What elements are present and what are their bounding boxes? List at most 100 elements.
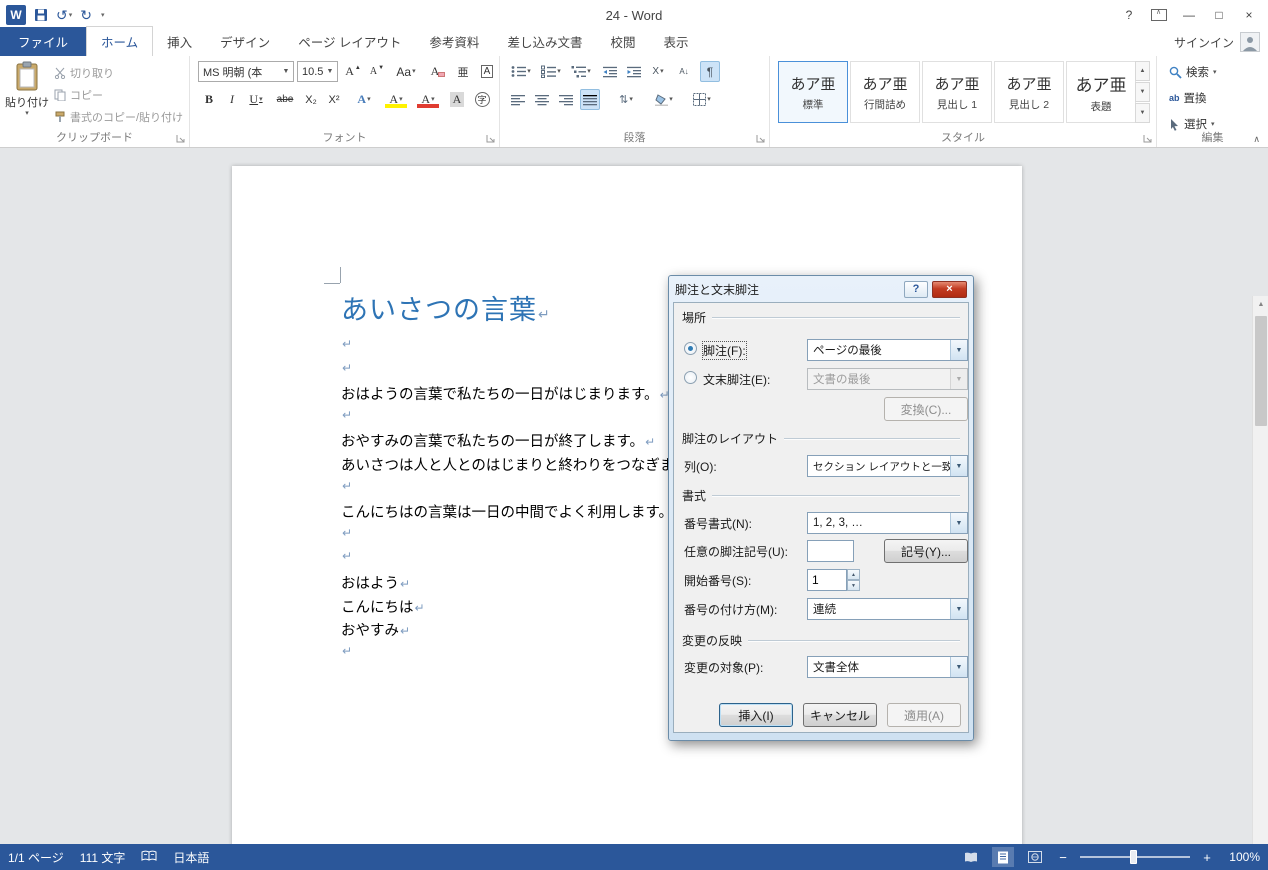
show-formatting-marks-button[interactable]: ¶ (700, 61, 720, 82)
character-shading-button[interactable]: A (446, 89, 468, 110)
zoom-out-button[interactable]: − (1056, 850, 1070, 865)
numbering-button[interactable]: ▾ (538, 61, 564, 82)
undo-button[interactable]: ↺▾ (56, 8, 72, 22)
subscript-button[interactable]: X₂ (300, 89, 322, 110)
superscript-button[interactable]: X² (323, 89, 345, 110)
symbol-button[interactable]: 記号(Y)... (884, 539, 968, 563)
collapse-ribbon-button[interactable]: ∧ (1253, 134, 1260, 145)
dialog-help-button[interactable]: ? (904, 281, 928, 298)
footnote-location-combo[interactable]: ページの最後▼ (807, 339, 968, 361)
font-name-combo[interactable]: MS 明朝 (本▼ (198, 61, 294, 82)
page-indicator[interactable]: 1/1 ページ (8, 849, 64, 866)
bold-button[interactable]: B (198, 89, 220, 110)
asian-layout-button[interactable]: X▾ (648, 61, 668, 82)
redo-button[interactable]: ↻ (80, 8, 92, 22)
align-left-button[interactable] (508, 89, 528, 110)
ribbon-display-options-button[interactable] (1146, 4, 1172, 26)
style-heading2[interactable]: あア亜 見出し 2 (994, 61, 1064, 123)
read-mode-button[interactable] (960, 847, 982, 867)
word-count[interactable]: 111 文字 (80, 849, 126, 866)
insert-button[interactable]: 挿入(I) (719, 703, 793, 727)
start-number-input[interactable] (807, 569, 847, 591)
tab-references[interactable]: 参考資料 (415, 27, 493, 56)
justify-button[interactable] (580, 89, 600, 110)
styles-scroll-up-button[interactable]: ▲ (1135, 61, 1150, 81)
footnote-radio-label[interactable]: 脚注(F): (703, 342, 746, 359)
print-layout-button[interactable] (992, 847, 1014, 867)
cut-button[interactable]: 切り取り (54, 62, 183, 84)
shrink-font-button[interactable]: A▼ (366, 61, 388, 82)
align-center-button[interactable] (532, 89, 552, 110)
borders-button[interactable]: ▾ (688, 89, 716, 110)
endnote-radio[interactable] (684, 371, 697, 384)
bullets-button[interactable]: ▾ (508, 61, 534, 82)
font-dialog-launcher[interactable] (486, 134, 496, 144)
sort-button[interactable]: A↓ (674, 61, 694, 82)
styles-dialog-launcher[interactable] (1143, 134, 1153, 144)
scrollbar-thumb[interactable] (1255, 316, 1267, 426)
replace-button[interactable]: ab 置換 (1169, 88, 1207, 108)
phonetic-guide-button[interactable]: 亜 (452, 61, 474, 82)
help-button[interactable]: ? (1116, 4, 1142, 26)
number-format-combo[interactable]: 1, 2, 3, …▼ (807, 512, 968, 534)
grow-font-button[interactable]: A▲ (342, 61, 364, 82)
zoom-in-button[interactable]: + (1200, 850, 1214, 865)
spinner-down-icon[interactable]: ▼ (847, 580, 860, 591)
dropdown-icon[interactable]: ▼ (950, 599, 967, 619)
tab-design[interactable]: デザイン (206, 27, 284, 56)
align-right-button[interactable] (556, 89, 576, 110)
paste-button[interactable]: 貼り付け ▾ (4, 60, 50, 134)
columns-combo[interactable]: セクション レイアウトと一致▼ (807, 455, 968, 477)
strikethrough-button[interactable]: abe (274, 89, 296, 110)
increase-indent-button[interactable] (624, 61, 644, 82)
tab-view[interactable]: 表示 (649, 27, 702, 56)
web-layout-button[interactable] (1024, 847, 1046, 867)
find-button[interactable]: 検索 ▾ (1169, 62, 1217, 82)
copy-button[interactable]: コピー (54, 84, 183, 106)
tab-review[interactable]: 校閲 (596, 27, 649, 56)
style-heading1[interactable]: あア亜 見出し 1 (922, 61, 992, 123)
footnote-radio[interactable] (684, 342, 697, 355)
spinner-up-icon[interactable]: ▲ (847, 569, 860, 580)
shading-button[interactable]: ▾ (650, 89, 678, 110)
style-normal[interactable]: あア亜 標準 (778, 61, 848, 123)
maximize-button[interactable]: □ (1206, 4, 1232, 26)
cancel-button[interactable]: キャンセル (803, 703, 877, 727)
dialog-close-button[interactable]: × (932, 281, 967, 298)
dialog-title-bar[interactable]: 脚注と文末脚注 ? × (673, 276, 969, 302)
highlight-button[interactable]: A▾ (382, 89, 410, 110)
tab-page-layout[interactable]: ページ レイアウト (284, 27, 415, 56)
style-title[interactable]: あア亜 表題 (1066, 61, 1136, 123)
close-button[interactable]: × (1236, 4, 1262, 26)
language-indicator[interactable]: 日本語 (173, 849, 209, 866)
tab-file[interactable]: ファイル (0, 27, 86, 56)
dropdown-icon[interactable]: ▼ (950, 340, 967, 360)
dropdown-icon[interactable]: ▼ (950, 513, 967, 533)
proofing-icon[interactable] (141, 850, 157, 865)
tab-insert[interactable]: 挿入 (153, 27, 206, 56)
zoom-slider[interactable] (1080, 849, 1190, 865)
clear-formatting-button[interactable]: A (428, 61, 450, 82)
signin-area[interactable]: サインイン (1174, 32, 1268, 56)
customize-qat-button[interactable]: ▾ (100, 12, 105, 19)
styles-scroll-down-button[interactable]: ▼ (1135, 82, 1150, 102)
styles-more-button[interactable]: ▼ (1135, 103, 1150, 123)
multilevel-list-button[interactable]: ▾ (568, 61, 594, 82)
text-effects-button[interactable]: A▾ (350, 89, 378, 110)
line-spacing-button[interactable]: ⇅▾ (612, 89, 640, 110)
underline-button[interactable]: U▾ (243, 89, 269, 110)
character-border-button[interactable]: A (476, 61, 498, 82)
decrease-indent-button[interactable] (600, 61, 620, 82)
apply-to-combo[interactable]: 文書全体▼ (807, 656, 968, 678)
dropdown-icon[interactable]: ▼ (950, 456, 967, 476)
enclose-characters-button[interactable]: 字 (471, 89, 493, 110)
dropdown-icon[interactable]: ▼ (950, 657, 967, 677)
numbering-combo[interactable]: 連続▼ (807, 598, 968, 620)
font-color-button[interactable]: A▾ (414, 89, 442, 110)
italic-button[interactable]: I (221, 89, 243, 110)
vertical-scrollbar[interactable]: ▲ ▼ (1252, 296, 1268, 844)
clipboard-dialog-launcher[interactable] (176, 134, 186, 144)
tab-home[interactable]: ホーム (86, 26, 153, 56)
endnote-radio-label[interactable]: 文末脚注(E): (703, 371, 770, 388)
custom-mark-input[interactable] (807, 540, 854, 562)
